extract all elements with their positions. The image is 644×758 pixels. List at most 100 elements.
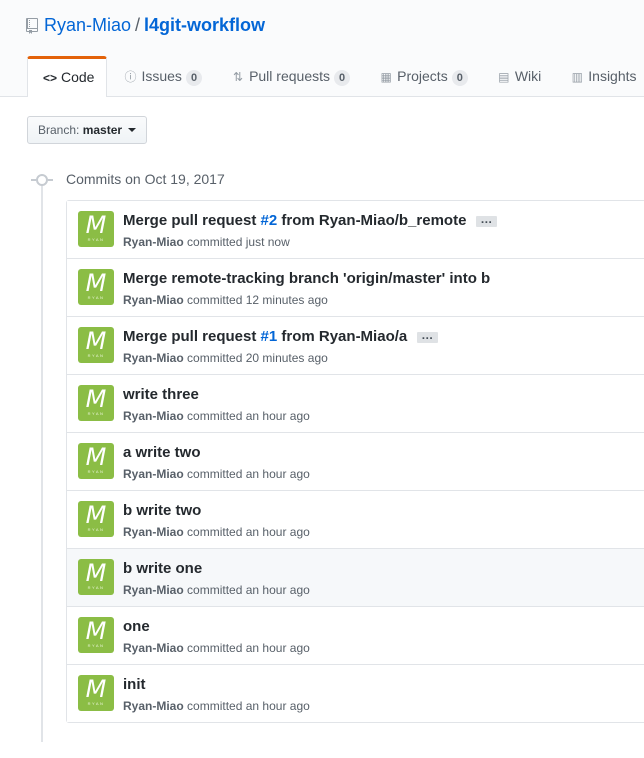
- commit-meta: Ryan-Miao committed just now: [123, 235, 290, 249]
- commit-message-link[interactable]: write three: [123, 386, 199, 404]
- commit-time: 20 minutes ago: [245, 351, 328, 365]
- repo-owner-link[interactable]: Ryan-Miao: [44, 15, 131, 35]
- avatar-letter: M: [85, 327, 107, 355]
- avatar[interactable]: M RYAN: [78, 327, 114, 363]
- avatar-text: RYAN: [87, 701, 105, 706]
- commit-author-link[interactable]: Ryan-Miao: [123, 293, 184, 307]
- avatar[interactable]: M RYAN: [78, 501, 114, 537]
- commit-message-link[interactable]: Merge remote-tracking branch 'origin/mas…: [123, 270, 490, 288]
- tab-wiki[interactable]: ▤ Wiki: [481, 56, 554, 96]
- avatar-text: RYAN: [87, 585, 105, 590]
- commit-verb: committed: [187, 467, 243, 481]
- commit-meta: Ryan-Miao committed an hour ago: [123, 409, 310, 423]
- commit-verb: committed: [187, 583, 243, 597]
- commit-row: M RYAN write three Ryan-Miao committed a…: [67, 374, 644, 432]
- avatar-letter: M: [85, 211, 107, 239]
- commit-time: an hour ago: [245, 409, 310, 423]
- path-separator: /: [135, 15, 141, 35]
- avatar[interactable]: M RYAN: [78, 211, 114, 247]
- tab-label: Insights: [588, 68, 637, 84]
- commit-message-link[interactable]: a write two: [123, 444, 201, 462]
- avatar-text: RYAN: [87, 353, 105, 358]
- commit-message-text: write three: [123, 386, 199, 403]
- commit-message-text: b write one: [123, 560, 203, 577]
- avatar[interactable]: M RYAN: [78, 269, 114, 305]
- timeline-connector: [48, 179, 53, 181]
- commit-row: M RYAN b write one Ryan-Miao committed a…: [67, 548, 644, 606]
- repo-nav-tabs: <> Code ⓘ Issues 0 ⇅ Pull requests 0 ▦ Projects 0 ▤…: [27, 56, 644, 97]
- commit-meta: Ryan-Miao committed an hour ago: [123, 525, 310, 539]
- avatar-text: RYAN: [87, 527, 105, 532]
- commit-message-link[interactable]: Merge pull request #2 from Ryan-Miao/b_r…: [123, 212, 498, 230]
- commit-meta: Ryan-Miao committed 12 minutes ago: [123, 293, 328, 307]
- issue-link[interactable]: #1: [261, 328, 278, 345]
- tab-pull-requests[interactable]: ⇅ Pull requests 0: [215, 56, 363, 96]
- commits-date-heading: Commits on Oct 19, 2017: [66, 171, 225, 187]
- commit-meta: Ryan-Miao committed 20 minutes ago: [123, 351, 328, 365]
- issue-link[interactable]: #2: [261, 212, 278, 229]
- commit-message-text: one: [123, 618, 150, 635]
- commit-message-link[interactable]: b write two: [123, 502, 201, 520]
- avatar-text: RYAN: [87, 469, 105, 474]
- commit-verb: committed: [187, 409, 243, 423]
- expand-message-button[interactable]: …: [417, 329, 439, 343]
- commit-verb: committed: [187, 699, 243, 713]
- expand-message-button[interactable]: …: [476, 213, 498, 227]
- tab-projects[interactable]: ▦ Projects 0: [363, 56, 481, 96]
- repo-icon: [26, 17, 38, 39]
- branch-select-button[interactable]: Branch: master: [27, 116, 148, 144]
- commit-meta: Ryan-Miao committed an hour ago: [123, 583, 310, 597]
- commit-meta: Ryan-Miao committed an hour ago: [123, 699, 310, 713]
- tab-insights[interactable]: ▥ Insights: [554, 56, 644, 96]
- avatar-text: RYAN: [87, 643, 105, 648]
- commit-message-text-tail: from Ryan-Miao/b_remote: [277, 212, 467, 229]
- tab-issues[interactable]: ⓘ Issues 0: [107, 56, 215, 96]
- code-icon: <>: [43, 71, 58, 85]
- commit-message-link[interactable]: init: [123, 676, 146, 694]
- commit-verb: committed: [187, 235, 243, 249]
- avatar-letter: M: [85, 675, 107, 703]
- avatar[interactable]: M RYAN: [78, 385, 114, 421]
- pull-requests-count-badge: 0: [334, 70, 351, 86]
- commit-message-text: Merge pull request: [123, 212, 261, 229]
- branch-name: master: [82, 123, 123, 137]
- commit-author-link[interactable]: Ryan-Miao: [123, 351, 184, 365]
- commit-row: M RYAN init Ryan-Miao committed an hour …: [67, 664, 644, 722]
- avatar-letter: M: [85, 443, 107, 471]
- avatar-letter: M: [85, 501, 107, 529]
- avatar[interactable]: M RYAN: [78, 443, 114, 479]
- commit-author-link[interactable]: Ryan-Miao: [123, 583, 184, 597]
- avatar-letter: M: [85, 617, 107, 645]
- commit-message-text: Merge pull request: [123, 328, 261, 345]
- tab-code[interactable]: <> Code: [27, 56, 108, 97]
- graph-icon: ▥: [571, 70, 583, 84]
- avatar[interactable]: M RYAN: [78, 617, 114, 653]
- commit-author-link[interactable]: Ryan-Miao: [123, 525, 184, 539]
- commit-row: M RYAN Merge pull request #1 from Ryan-M…: [67, 316, 644, 374]
- commit-message-link[interactable]: Merge pull request #1 from Ryan-Miao/a…: [123, 328, 439, 346]
- commit-message-link[interactable]: b write one: [123, 560, 202, 578]
- commit-message-link[interactable]: one: [123, 618, 150, 636]
- caret-down-icon: [128, 128, 137, 132]
- avatar-text: RYAN: [87, 237, 105, 242]
- commit-author-link[interactable]: Ryan-Miao: [123, 467, 184, 481]
- avatar-letter: M: [85, 385, 107, 413]
- commit-row: M RYAN Merge pull request #2 from Ryan-M…: [67, 201, 644, 258]
- issues-count-badge: 0: [185, 70, 203, 86]
- issue-icon: ⓘ: [124, 70, 137, 84]
- avatar[interactable]: M RYAN: [78, 675, 114, 711]
- commit-author-link[interactable]: Ryan-Miao: [123, 235, 184, 249]
- commit-author-link[interactable]: Ryan-Miao: [123, 699, 184, 713]
- commit-author-link[interactable]: Ryan-Miao: [123, 409, 184, 423]
- commit-time: just now: [245, 235, 290, 249]
- repo-name-link[interactable]: l4git-workflow: [144, 15, 265, 35]
- commit-verb: committed: [187, 525, 243, 539]
- commit-message-text: b write two: [123, 502, 202, 519]
- avatar-letter: M: [85, 269, 107, 297]
- avatar[interactable]: M RYAN: [78, 559, 114, 595]
- commit-timeline-icon: [36, 174, 48, 186]
- commit-author-link[interactable]: Ryan-Miao: [123, 641, 184, 655]
- commit-time: 12 minutes ago: [245, 293, 328, 307]
- commit-message-text: init: [123, 676, 146, 693]
- commit-row: M RYAN one Ryan-Miao committed an hour a…: [67, 606, 644, 664]
